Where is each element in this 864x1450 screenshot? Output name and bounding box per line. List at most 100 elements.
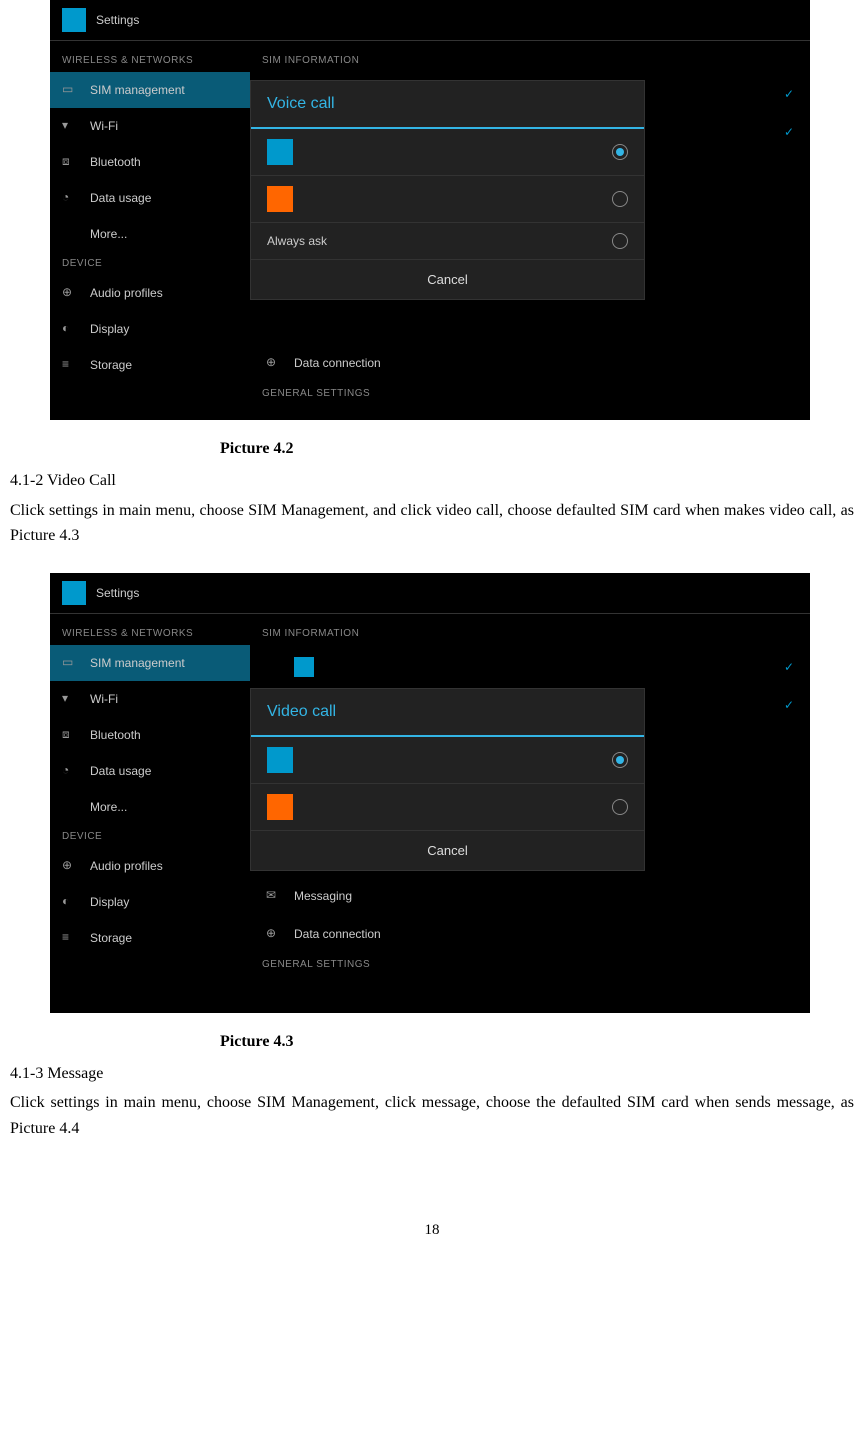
audio-icon: ⊕	[62, 285, 78, 301]
sim2-chip-icon	[267, 794, 293, 820]
radio-unselected[interactable]	[612, 233, 628, 249]
sim1-chip	[294, 657, 314, 677]
sim-icon: ▭	[62, 655, 78, 671]
storage-icon: ≡	[62, 930, 78, 946]
sidebar-display[interactable]: ◐ Display	[50, 311, 250, 347]
screenshot-voice-call: Settings WIRELESS & NETWORKS ▭ SIM manag…	[50, 0, 810, 420]
sidebar-audio[interactable]: ⊕ Audio profiles	[50, 275, 250, 311]
settings-sidebar: WIRELESS & NETWORKS ▭ SIM management ▾ W…	[50, 41, 250, 419]
sidebar-label: Bluetooth	[90, 728, 141, 742]
storage-icon: ≡	[62, 357, 78, 373]
sidebar-label: SIM management	[90, 656, 185, 670]
item-label: Data connection	[294, 356, 381, 370]
radio-selected[interactable]	[612, 752, 628, 768]
section-sim-info: SIM INFORMATION	[250, 49, 810, 72]
screenshot-video-call: Settings WIRELESS & NETWORKS ▭ SIM manag…	[50, 573, 810, 1013]
sidebar-more[interactable]: More...	[50, 216, 250, 252]
sidebar-label: Display	[90, 322, 129, 336]
header-title: Settings	[96, 586, 139, 600]
dialog-option-sim1[interactable]	[251, 737, 644, 784]
check-icon: ✓	[784, 87, 794, 101]
sim2-chip-icon	[267, 186, 293, 212]
sidebar-bluetooth[interactable]: ⧈ Bluetooth	[50, 717, 250, 753]
sidebar-sim-management[interactable]: ▭ SIM management	[50, 645, 250, 681]
sidebar-sim-management[interactable]: ▭ SIM management	[50, 72, 250, 108]
data-icon: ◔	[62, 190, 78, 206]
always-ask-label: Always ask	[267, 234, 327, 248]
item-label: Data connection	[294, 927, 381, 941]
radio-unselected[interactable]	[612, 191, 628, 207]
check-icon: ✓	[784, 660, 794, 674]
sidebar-display[interactable]: ◐ Display	[50, 884, 250, 920]
sidebar-label: Audio profiles	[90, 286, 163, 300]
figure-caption-1: Picture 4.2	[10, 440, 854, 458]
cancel-button[interactable]: Cancel	[251, 260, 644, 299]
section-sim-info: SIM INFORMATION	[250, 622, 810, 645]
sidebar-wifi[interactable]: ▾ Wi-Fi	[50, 681, 250, 717]
dialog-title: Video call	[251, 689, 644, 737]
sidebar-label: Wi-Fi	[90, 119, 118, 133]
dialog-option-always-ask[interactable]: Always ask	[251, 223, 644, 260]
section-device: DEVICE	[50, 825, 250, 848]
video-call-dialog: Video call Cancel	[250, 688, 645, 871]
settings-header: Settings	[50, 0, 810, 41]
sidebar-wifi[interactable]: ▾ Wi-Fi	[50, 108, 250, 144]
cancel-button[interactable]: Cancel	[251, 831, 644, 870]
data-connection-row[interactable]: ⊕ Data connection	[250, 915, 810, 953]
settings-app-icon	[62, 8, 86, 32]
sidebar-label: Storage	[90, 931, 132, 945]
figure-caption-2: Picture 4.3	[10, 1033, 854, 1051]
section-wireless: WIRELESS & NETWORKS	[50, 49, 250, 72]
heading-message: 4.1-3 Message	[10, 1061, 854, 1087]
radio-unselected[interactable]	[612, 799, 628, 815]
audio-icon: ⊕	[62, 858, 78, 874]
radio-selected[interactable]	[612, 144, 628, 160]
sidebar-more[interactable]: More...	[50, 789, 250, 825]
sidebar-label: More...	[90, 800, 127, 814]
sidebar-label: SIM management	[90, 83, 185, 97]
sidebar-label: More...	[90, 227, 127, 241]
sidebar-storage[interactable]: ≡ Storage	[50, 920, 250, 956]
check-icon: ✓	[784, 125, 794, 139]
globe-icon: ⊕	[266, 355, 282, 371]
section-device: DEVICE	[50, 252, 250, 275]
heading-video-call: 4.1-2 Video Call	[10, 468, 854, 494]
messaging-row[interactable]: ✉ Messaging	[250, 877, 810, 915]
bluetooth-icon: ⧈	[62, 727, 78, 743]
header-title: Settings	[96, 13, 139, 27]
sidebar-label: Display	[90, 895, 129, 909]
data-icon: ◔	[62, 763, 78, 779]
page-number: 18	[10, 1222, 854, 1239]
blank-icon	[62, 799, 78, 815]
sidebar-storage[interactable]: ≡ Storage	[50, 347, 250, 383]
wifi-icon: ▾	[62, 118, 78, 134]
dialog-option-sim1[interactable]	[251, 129, 644, 176]
globe-icon: ⊕	[266, 926, 282, 942]
bluetooth-icon: ⧈	[62, 154, 78, 170]
display-icon: ◐	[62, 894, 78, 910]
item-label: Messaging	[294, 889, 352, 903]
sidebar-label: Data usage	[90, 191, 151, 205]
voice-call-dialog: Voice call Always ask Cancel	[250, 80, 645, 300]
section-general: GENERAL SETTINGS	[250, 953, 810, 976]
sidebar-label: Data usage	[90, 764, 151, 778]
dialog-option-sim2[interactable]	[251, 784, 644, 831]
sidebar-data-usage[interactable]: ◔ Data usage	[50, 753, 250, 789]
sidebar-bluetooth[interactable]: ⧈ Bluetooth	[50, 144, 250, 180]
message-icon: ✉	[266, 888, 282, 904]
dialog-title: Voice call	[251, 81, 644, 129]
paragraph-video-call: Click settings in main menu, choose SIM …	[10, 498, 854, 549]
wifi-icon: ▾	[62, 691, 78, 707]
sidebar-data-usage[interactable]: ◔ Data usage	[50, 180, 250, 216]
display-icon: ◐	[62, 321, 78, 337]
dialog-option-sim2[interactable]	[251, 176, 644, 223]
data-connection-row[interactable]: ⊕ Data connection	[250, 344, 810, 382]
settings-header: Settings	[50, 573, 810, 614]
settings-sidebar: WIRELESS & NETWORKS ▭ SIM management ▾ W…	[50, 614, 250, 1012]
section-wireless: WIRELESS & NETWORKS	[50, 622, 250, 645]
section-general: GENERAL SETTINGS	[250, 382, 810, 405]
sim-row-1[interactable]: ✓	[250, 645, 810, 689]
sim1-chip-icon	[267, 139, 293, 165]
sidebar-audio[interactable]: ⊕ Audio profiles	[50, 848, 250, 884]
sidebar-label: Audio profiles	[90, 859, 163, 873]
